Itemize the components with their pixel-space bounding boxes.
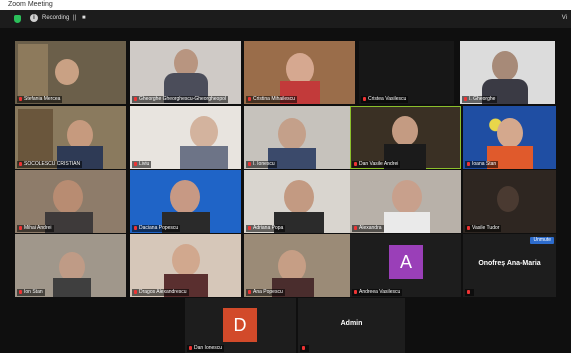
muted-mic-icon — [248, 225, 251, 230]
participant-name: Gheorghe Gheorghescu-Gheorgheopol — [132, 96, 229, 103]
participant-name: Mihai Andrei — [17, 225, 54, 232]
participant-name: I. Ionescu — [246, 161, 277, 168]
muted-mic-icon — [464, 96, 467, 101]
muted-mic-icon — [19, 161, 22, 166]
unmute-button[interactable]: Unmute — [530, 237, 554, 244]
zoom-window: Zoom Meeting i Recording || ■ Vi Stefani… — [0, 0, 571, 353]
participant-name: Stefania Mercea — [17, 96, 63, 103]
muted-mic-icon — [354, 289, 357, 294]
participant-tile[interactable]: Mihai Andrei — [15, 170, 126, 233]
muted-mic-icon — [467, 161, 470, 166]
participant-name: Adriana Popa — [246, 225, 286, 232]
participant-name: Liviu — [132, 161, 152, 168]
security-shield-icon[interactable] — [14, 15, 21, 23]
participant-name: SOCOLESCU CRISTIAN — [17, 161, 83, 168]
participant-tile[interactable]: Ion Stan — [15, 234, 126, 297]
participant-tile-name-only[interactable]: Unmute Onofreș Ana-Maria — [463, 234, 556, 297]
muted-mic-icon — [248, 161, 251, 166]
participant-tile[interactable]: Vasile Tudor — [463, 170, 556, 233]
participant-tile-active-speaker[interactable]: Dan Vasile Andrei — [350, 106, 461, 169]
muted-mic-icon — [19, 289, 22, 294]
participant-name: Cristina Mihailescu — [246, 96, 297, 103]
participant-display-name: Admin — [340, 320, 363, 327]
avatar: D — [223, 308, 257, 342]
muted-mic-icon — [134, 96, 137, 101]
meeting-info-icon[interactable]: i — [30, 14, 38, 22]
window-title: Zoom Meeting — [8, 1, 53, 8]
muted-mic-icon — [19, 225, 22, 230]
participant-name: Ana Popescu — [246, 289, 285, 296]
participant-tile-name-only[interactable]: Admin — [298, 298, 405, 353]
meeting-topbar: i Recording || ■ Vi — [0, 10, 571, 28]
participant-name: Alexandra — [352, 225, 384, 232]
pause-recording-icon[interactable]: || — [73, 15, 76, 21]
participant-name: Ion Stan — [17, 289, 45, 296]
participant-name — [465, 289, 474, 296]
muted-mic-icon — [302, 345, 305, 350]
muted-mic-icon — [354, 161, 357, 166]
participant-name: Dragos Alexandrescu — [132, 289, 189, 296]
muted-mic-icon — [134, 225, 137, 230]
participant-tile[interactable]: Alexandra — [350, 170, 461, 233]
participant-name: Ioana Stan — [465, 161, 499, 168]
muted-mic-icon — [248, 289, 251, 294]
participant-tile[interactable]: SOCOLESCU CRISTIAN — [15, 106, 126, 169]
participant-name: I. Gheorghe — [462, 96, 498, 103]
participant-display-name: Onofreș Ana-Maria — [478, 260, 541, 267]
muted-mic-icon — [467, 225, 470, 230]
participant-tile[interactable]: I. Ionescu — [244, 106, 355, 169]
participant-name: Cristea Vasilescu — [361, 96, 409, 103]
muted-mic-icon — [363, 96, 366, 101]
participant-tile[interactable]: Liviu — [130, 106, 241, 169]
participant-tile-avatar[interactable]: A Andreea Vasilescu — [350, 234, 461, 297]
recording-indicator: Recording — [42, 15, 70, 21]
participant-name — [300, 345, 309, 352]
avatar: A — [389, 245, 423, 279]
title-bar: Zoom Meeting — [0, 0, 571, 10]
muted-mic-icon — [189, 345, 192, 350]
participant-tile[interactable]: Adriana Popa — [244, 170, 355, 233]
participant-tile[interactable]: Gheorghe Gheorghescu-Gheorgheopol — [130, 41, 241, 104]
muted-mic-icon — [467, 289, 470, 294]
participant-tile[interactable]: Daciana Popescu — [130, 170, 241, 233]
view-toggle-button[interactable]: Vi — [562, 15, 567, 21]
participant-tile-avatar[interactable]: D Dan Ionescu — [185, 298, 296, 353]
muted-mic-icon — [19, 96, 22, 101]
muted-mic-icon — [354, 225, 357, 230]
participant-tile[interactable]: Dragos Alexandrescu — [130, 234, 241, 297]
participant-tile[interactable]: Ana Popescu — [244, 234, 355, 297]
muted-mic-icon — [248, 96, 251, 101]
participant-name: Dan Vasile Andrei — [352, 161, 401, 168]
participant-tile[interactable]: Ioana Stan — [463, 106, 556, 169]
stop-recording-icon[interactable]: ■ — [82, 15, 86, 21]
participant-tile[interactable]: Cristea Vasilescu — [359, 41, 454, 104]
muted-mic-icon — [134, 161, 137, 166]
participant-tile[interactable]: I. Gheorghe — [460, 41, 555, 104]
muted-mic-icon — [134, 289, 137, 294]
participant-name: Dan Ionescu — [187, 345, 225, 352]
participant-tile[interactable]: Cristina Mihailescu — [244, 41, 355, 104]
participant-name: Andreea Vasilescu — [352, 289, 403, 296]
participant-tile[interactable]: Stefania Mercea — [15, 41, 126, 104]
participant-name: Daciana Popescu — [132, 225, 181, 232]
participant-name: Vasile Tudor — [465, 225, 502, 232]
